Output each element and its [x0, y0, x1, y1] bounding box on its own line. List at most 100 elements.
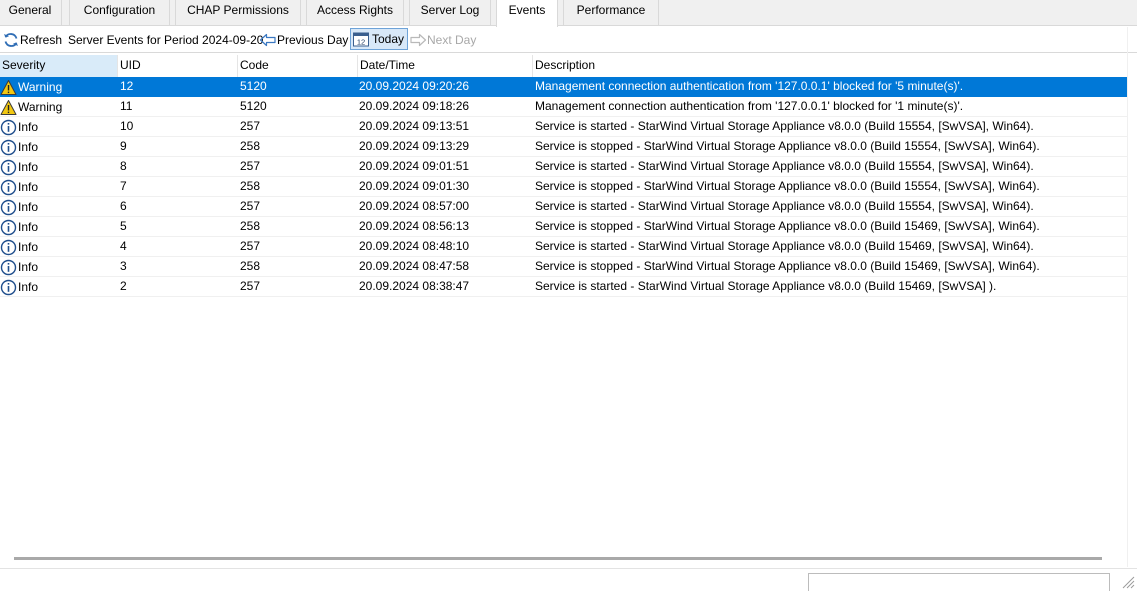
column-header-uid[interactable]: UID [118, 55, 238, 77]
datetime-cell: 20.09.2024 08:47:58 [359, 259, 470, 273]
horizontal-scrollbar[interactable] [14, 557, 1102, 560]
description-cell: Service is started - StarWind Virtual St… [535, 239, 1034, 253]
code-cell: 5120 [240, 79, 267, 93]
severity-text: Info [18, 279, 39, 294]
tab-configuration[interactable]: Configuration [69, 0, 170, 26]
uid-cell: 4 [120, 239, 127, 253]
uid-cell: 2 [120, 279, 127, 293]
uid-cell: 8 [120, 159, 127, 173]
refresh-label: Refresh [20, 33, 63, 47]
datetime-cell: 20.09.2024 09:01:30 [359, 179, 470, 193]
uid-cell: 12 [120, 79, 134, 93]
severity-text: Info [18, 239, 39, 254]
description-cell: Service is stopped - StarWind Virtual St… [535, 139, 1040, 153]
datetime-cell: 20.09.2024 08:56:13 [359, 219, 470, 233]
severity-cell: Info [0, 237, 118, 257]
uid-cell: 3 [120, 259, 127, 273]
code-cell: 257 [240, 119, 261, 133]
refresh-button[interactable]: Refresh [2, 29, 62, 51]
table-row[interactable]: Info 6 257 20.09.2024 08:57:00 Service is st… [0, 197, 1127, 217]
datetime-cell: 20.09.2024 08:57:00 [359, 199, 470, 213]
description-cell: Service is started - StarWind Virtual St… [535, 199, 1034, 213]
table-row[interactable]: Info 3 258 20.09.2024 08:47:58 Service is st… [0, 257, 1127, 277]
tab-events[interactable]: Events [496, 0, 558, 27]
calendar-day-number: 12 [357, 38, 365, 47]
info-icon [0, 139, 17, 155]
warning-icon [0, 99, 17, 115]
uid-cell: 6 [120, 199, 127, 213]
warning-icon [0, 79, 17, 95]
severity-text: Info [18, 259, 39, 274]
table-row[interactable]: Info 8 257 20.09.2024 09:01:51 Service is st… [0, 157, 1127, 177]
datetime-cell: 20.09.2024 09:18:26 [359, 99, 470, 113]
tab-general[interactable]: General [0, 0, 62, 26]
severity-text: Info [18, 199, 39, 214]
status-panel [808, 573, 1110, 591]
uid-cell: 9 [120, 139, 127, 153]
table-row[interactable]: Warning 12 5120 20.09.2024 09:20:26 Manageme… [0, 77, 1127, 97]
description-cell: Service is started - StarWind Virtual St… [535, 119, 1034, 133]
severity-text: Info [18, 179, 39, 194]
next-day-button[interactable]: Next Day [409, 29, 476, 51]
severity-text: Info [18, 219, 39, 234]
calendar-icon: 12 [353, 32, 369, 47]
description-cell: Service is stopped - StarWind Virtual St… [535, 259, 1040, 273]
severity-cell: Info [0, 277, 118, 297]
uid-cell: 7 [120, 179, 127, 193]
column-header-severity[interactable]: Severity [0, 55, 118, 77]
table-row[interactable]: Info 4 257 20.09.2024 08:48:10 Service is st… [0, 237, 1127, 257]
today-button[interactable]: 12 Today [350, 28, 409, 50]
tab-server-log[interactable]: Server Log [409, 0, 491, 26]
table-row[interactable]: Info 9 258 20.09.2024 09:13:29 Service is st… [0, 137, 1127, 157]
uid-cell: 11 [120, 99, 133, 113]
code-cell: 257 [240, 159, 261, 173]
severity-text: Warning [18, 99, 63, 114]
table-row[interactable]: Info 2 257 20.09.2024 08:38:47 Service is st… [0, 277, 1127, 297]
resize-grip[interactable] [1120, 574, 1137, 591]
description-cell: Service is stopped - StarWind Virtual St… [535, 179, 1040, 193]
uid-cell: 5 [120, 219, 127, 233]
previous-day-button[interactable]: Previous Day [259, 29, 348, 51]
tab-performance[interactable]: Performance [563, 0, 659, 26]
table-row[interactable]: Warning 11 5120 20.09.2024 09:18:26 Manageme… [0, 97, 1127, 117]
refresh-icon [4, 33, 18, 47]
code-cell: 258 [240, 179, 261, 193]
code-cell: 257 [240, 239, 261, 253]
arrow-left-icon [259, 33, 276, 47]
column-header-datetime[interactable]: Date/Time [358, 55, 533, 77]
datetime-cell: 20.09.2024 09:13:51 [359, 119, 470, 133]
severity-text: Info [18, 119, 39, 134]
code-cell: 258 [240, 139, 261, 153]
previous-day-label: Previous Day [277, 33, 349, 47]
table-row[interactable]: Info 5 258 20.09.2024 08:56:13 Service is st… [0, 217, 1127, 237]
column-header-description[interactable]: Description [533, 55, 1127, 77]
datetime-cell: 20.09.2024 08:48:10 [359, 239, 470, 253]
tab-bar: General Configuration CHAP Permissions A… [0, 0, 1137, 27]
today-label: Today [372, 32, 405, 46]
severity-cell: Info [0, 217, 118, 237]
table-row[interactable]: Info 10 257 20.09.2024 09:13:51 Service is s… [0, 117, 1127, 137]
info-icon [0, 259, 17, 275]
severity-cell: Warning [0, 97, 118, 117]
tab-chap-permissions[interactable]: CHAP Permissions [175, 0, 301, 26]
info-icon [0, 119, 17, 135]
description-cell: Service is started - StarWind Virtual St… [535, 279, 997, 293]
severity-cell: Info [0, 157, 118, 177]
tab-access-rights[interactable]: Access Rights [306, 0, 404, 26]
events-toolbar: Refresh Server Events for Period 2024-09… [0, 27, 1137, 53]
info-icon [0, 199, 17, 215]
severity-cell: Info [0, 177, 118, 197]
table-row[interactable]: Info 7 258 20.09.2024 09:01:30 Service is st… [0, 177, 1127, 197]
datetime-cell: 20.09.2024 08:38:47 [359, 279, 470, 293]
info-icon [0, 159, 17, 175]
description-cell: Management connection authentication fro… [535, 99, 964, 113]
column-header-code[interactable]: Code [238, 55, 358, 77]
datetime-cell: 20.09.2024 09:01:51 [359, 159, 470, 173]
severity-cell: Warning [0, 77, 118, 97]
arrow-right-icon [410, 33, 427, 47]
severity-text: Warning [18, 79, 63, 94]
description-cell: Service is stopped - StarWind Virtual St… [535, 219, 1040, 233]
info-icon [0, 179, 17, 195]
severity-cell: Info [0, 117, 118, 137]
period-label: Server Events for Period 2024-09-20 [68, 33, 264, 47]
